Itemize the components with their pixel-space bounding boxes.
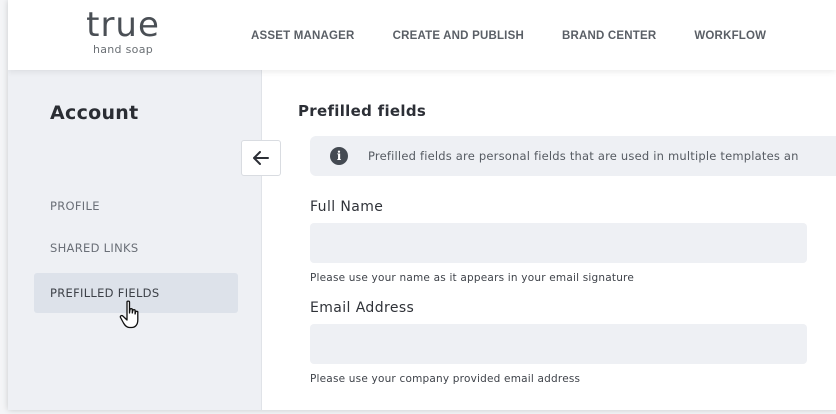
top-header: true hand soap ASSET MANAGER CREATE AND … bbox=[8, 0, 836, 70]
email-address-label: Email Address bbox=[310, 300, 415, 316]
full-name-help: Please use your name as it appears in yo… bbox=[310, 272, 635, 284]
nav-create-and-publish[interactable]: CREATE AND PUBLISH bbox=[393, 30, 524, 42]
info-banner: i Prefilled fields are personal fields t… bbox=[310, 136, 836, 176]
sidebar-item-profile[interactable]: PROFILE bbox=[34, 186, 238, 226]
full-name-label: Full Name bbox=[310, 199, 384, 215]
app-window: true hand soap ASSET MANAGER CREATE AND … bbox=[8, 0, 836, 410]
email-address-field[interactable] bbox=[310, 324, 807, 364]
nav-asset-manager[interactable]: ASSET MANAGER bbox=[251, 30, 355, 42]
info-icon: i bbox=[330, 147, 348, 165]
page-title: Prefilled fields bbox=[298, 102, 427, 120]
brand-tagline: hand soap bbox=[92, 43, 154, 56]
sidebar-title: Account bbox=[50, 102, 139, 124]
account-sidebar: Account PROFILE SHARED LINKS PREFILLED F… bbox=[8, 70, 262, 410]
brand-logo[interactable]: true hand soap bbox=[68, 8, 178, 64]
main-content: Prefilled fields i Prefilled fields are … bbox=[262, 70, 836, 410]
email-address-help: Please use your company provided email a… bbox=[310, 373, 581, 385]
hand-pointer-cursor-icon bbox=[119, 300, 139, 329]
collapse-sidebar-button[interactable] bbox=[241, 140, 281, 176]
nav-workflow[interactable]: WORKFLOW bbox=[694, 30, 766, 42]
nav-brand-center[interactable]: BRAND CENTER bbox=[562, 30, 656, 42]
main-nav: ASSET MANAGER CREATE AND PUBLISH BRAND C… bbox=[251, 30, 804, 42]
full-name-field[interactable] bbox=[310, 223, 807, 263]
arrow-left-icon bbox=[253, 151, 269, 165]
info-banner-text: Prefilled fields are personal fields tha… bbox=[368, 149, 799, 163]
brand-name: true bbox=[86, 5, 160, 45]
sidebar-item-shared-links[interactable]: SHARED LINKS bbox=[34, 228, 238, 268]
